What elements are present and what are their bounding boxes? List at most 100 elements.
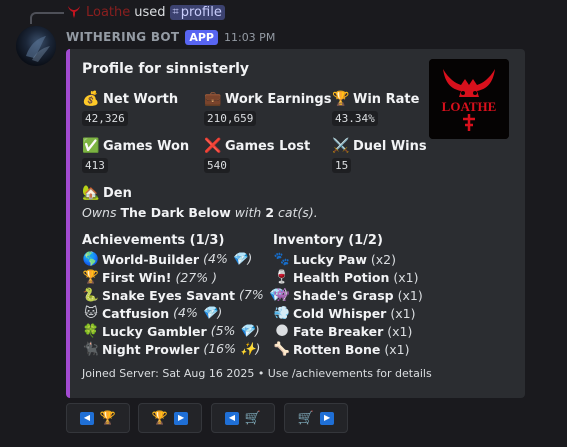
list-item: 🍀 Lucky Gambler (5% 💎) — [82, 322, 288, 340]
discord-message: Loathe used ⌗ profile WITHERING BOT APP … — [0, 0, 567, 447]
item-quantity: (x1) — [390, 305, 416, 321]
achievement-name: Lucky Gambler — [102, 323, 207, 339]
purple-monster-icon: 👾 — [273, 287, 291, 303]
embed-title: Profile for sinnisterly — [82, 61, 250, 77]
paw-prints-icon: 🐾 — [273, 251, 291, 267]
inventory-heading: Inventory (1/2) — [273, 233, 383, 248]
item-name: Fate Breaker — [293, 323, 384, 339]
stat-value: 540 — [204, 158, 230, 173]
item-name: Health Potion — [293, 269, 390, 285]
stat-value: 42,326 — [82, 111, 128, 126]
wind-icon: 💨 — [273, 305, 291, 321]
achievements-list: Achievements (1/3) 🌎 World-Builder (4% 💎) … — [82, 233, 288, 358]
cat-face-icon: 🐱 — [84, 305, 98, 321]
user-avatar-devil-icon[interactable] — [66, 4, 82, 20]
item-name: Cold Whisper — [293, 305, 387, 321]
stat-duel-wins: ⚔️ Duel Wins 15 — [332, 138, 427, 173]
achievement-name: Catfusion — [102, 305, 170, 321]
stat-label: Win Rate — [353, 91, 420, 107]
list-item: 🐍 Snake Eyes Savant (7% 💎) — [82, 286, 288, 304]
list-item: 🐾 Lucky Paw (x2) — [273, 250, 423, 268]
den-description: Owns The Dark Below with 2 cat(s). — [82, 205, 318, 220]
message-header: WITHERING BOT APP 11:03 PM — [66, 28, 275, 46]
item-quantity: (x2) — [370, 251, 397, 267]
arrow-right-icon: ▶ — [320, 411, 335, 425]
den-owns-text: Owns — [82, 205, 117, 220]
trophy-icon: 🏆 — [82, 269, 100, 285]
crossed-swords-icon: ⚔️ — [332, 138, 350, 154]
list-item: 🐱 Catfusion (4% 💎) — [82, 304, 288, 322]
app-badge: APP — [185, 29, 218, 45]
bone-icon: 🦴 — [273, 341, 291, 357]
item-quantity: (x1) — [387, 323, 413, 339]
den-cat-count: 2 — [265, 205, 275, 220]
stat-games-lost: ❌ Games Lost 540 — [204, 138, 310, 173]
item-quantity: (x1) — [397, 287, 423, 303]
achievement-name: Night Prowler — [102, 341, 200, 357]
reply-action: used — [134, 4, 166, 20]
stat-work-earnings: 💼 Work Earnings 210,659 — [204, 91, 331, 126]
black-cat-icon: 🐈‍⬛ — [82, 341, 100, 357]
prev-inventory-button[interactable]: ◀ 🛒 — [211, 403, 275, 433]
shopping-cart-icon: 🛒 — [297, 410, 315, 426]
prev-achievements-button[interactable]: ◀ 🏆 — [66, 403, 130, 433]
four-leaf-clover-icon: 🍀 — [82, 323, 100, 339]
stat-value: 15 — [332, 158, 352, 173]
arrow-left-icon: ◀ — [224, 411, 239, 425]
list-item: 💨 Cold Whisper (x1) — [273, 304, 423, 322]
stat-label: Games Lost — [225, 138, 311, 154]
bot-avatar-image — [16, 26, 56, 66]
trophy-icon: 🏆 — [151, 410, 169, 426]
achievement-name: Snake Eyes Savant — [102, 287, 235, 303]
embed-thumbnail[interactable]: LOATHE — [429, 59, 509, 139]
timestamp: 11:03 PM — [223, 30, 276, 44]
briefcase-icon: 💼 — [204, 91, 222, 107]
shopping-cart-icon: 🛒 — [244, 410, 262, 426]
den-label: Den — [103, 185, 132, 201]
command-name: profile — [180, 4, 222, 20]
reply-context[interactable]: Loathe used ⌗ profile — [66, 3, 225, 21]
trophy-icon: 🏆 — [332, 91, 350, 107]
next-achievements-button[interactable]: 🏆 ▶ — [138, 403, 202, 433]
list-item: 🍷 Health Potion (x1) — [273, 268, 423, 286]
arrow-left-icon: ◀ — [79, 411, 94, 425]
slash-command-icon: ⌗ — [172, 5, 179, 18]
next-inventory-button[interactable]: 🛒 ▶ — [284, 403, 348, 433]
stat-value: 413 — [82, 158, 108, 173]
list-item: 👾 Shade's Grasp (x1) — [273, 286, 423, 304]
stat-games-won: ✅ Games Won 413 — [82, 138, 189, 173]
item-quantity: (x1) — [393, 269, 419, 285]
list-item: 🦴 Rotten Bone (x1) — [273, 340, 423, 358]
item-name: Lucky Paw — [293, 251, 367, 267]
house-icon: 🏡 — [82, 185, 100, 201]
achievement-name: First Win! — [102, 269, 172, 285]
list-item: 🌑 Fate Breaker (x1) — [273, 322, 423, 340]
den-cat-suffix: cat(s). — [278, 205, 318, 220]
achievement-rarity: (16% ✨) — [203, 341, 261, 356]
achievement-rarity: (4% 💎) — [203, 251, 253, 266]
achievements-heading: Achievements (1/3) — [82, 233, 225, 248]
stat-label: Games Won — [103, 138, 190, 154]
list-item: 🌎 World-Builder (4% 💎) — [82, 250, 288, 268]
item-name: Rotten Bone — [293, 341, 381, 357]
list-item: 🐈‍⬛ Night Prowler (16% ✨) — [82, 340, 288, 358]
den-with-text: with — [234, 205, 262, 220]
bot-name[interactable]: WITHERING BOT — [66, 30, 179, 44]
achievement-name: World-Builder — [102, 251, 200, 267]
reply-username[interactable]: Loathe — [86, 5, 130, 20]
profile-embed: Profile for sinnisterly LOATHE 💰 Net Wort… — [66, 49, 525, 398]
svg-text:LOATHE: LOATHE — [442, 99, 497, 114]
slash-command-link[interactable]: ⌗ profile — [169, 4, 225, 20]
money-bag-icon: 💰 — [82, 91, 100, 107]
stat-net-worth: 💰 Net Worth 42,326 — [82, 91, 178, 126]
check-mark-icon: ✅ — [82, 138, 100, 154]
stat-label: Duel Wins — [353, 138, 427, 154]
bot-avatar[interactable] — [16, 26, 56, 66]
wine-glass-icon: 🍷 — [273, 269, 291, 285]
list-item: 🏆 First Win! (27% ) — [82, 268, 288, 286]
trophy-icon: 🏆 — [99, 410, 117, 426]
snake-icon: 🐍 — [82, 287, 100, 303]
item-quantity: (x1) — [384, 341, 410, 357]
stat-value: 43.34% — [332, 111, 378, 126]
den-name: The Dark Below — [120, 205, 231, 220]
